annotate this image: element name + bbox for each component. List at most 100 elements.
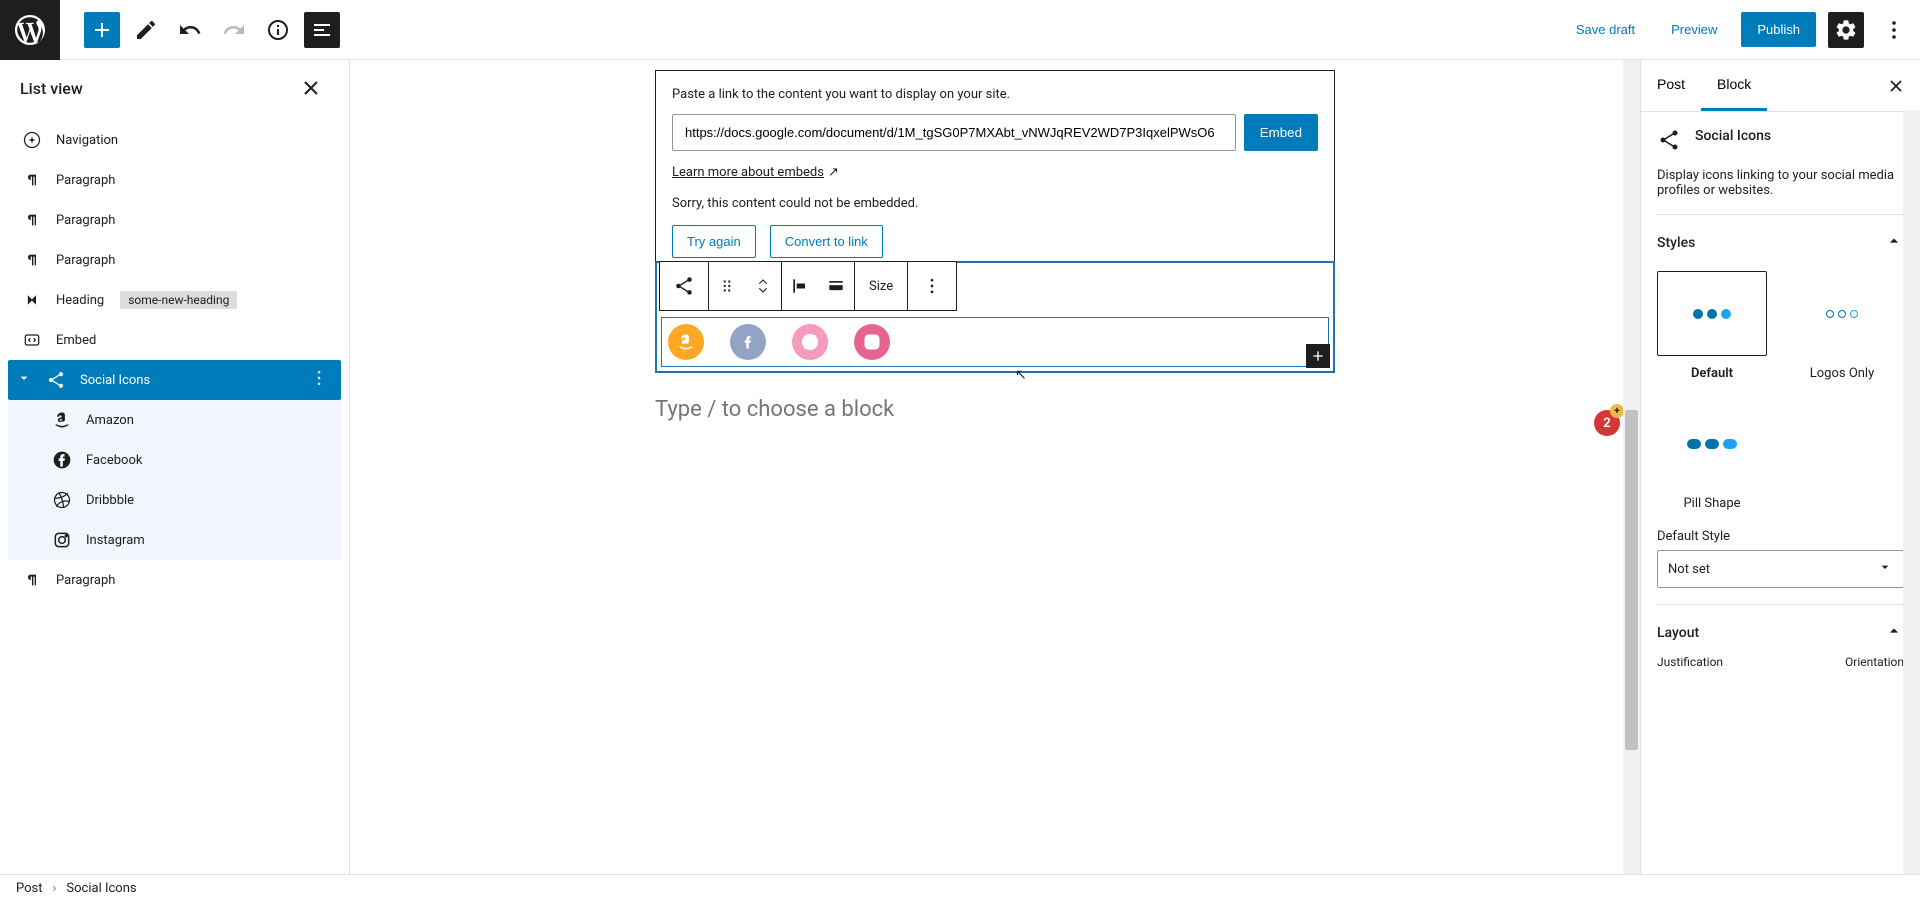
dribbble-social-icon[interactable] [792,324,828,360]
embed-submit-button[interactable]: Embed [1244,114,1318,151]
justification-label: Justification [1657,655,1723,669]
close-list-view-button[interactable] [293,70,329,106]
tree-label: Facebook [86,453,142,468]
instagram-social-icon[interactable] [854,324,890,360]
social-icons-block[interactable]: Size [655,261,1335,373]
amazon-icon [50,408,74,432]
save-draft-button[interactable]: Save draft [1564,14,1647,45]
default-style-select[interactable]: Not set [1657,550,1904,588]
chevron-up-icon [1884,231,1904,255]
tree-label: Heading [56,293,104,308]
list-view-toggle[interactable] [304,12,340,48]
add-social-icon-button[interactable] [1306,344,1330,368]
tab-block[interactable]: Block [1701,60,1767,111]
undo-button[interactable] [172,12,208,48]
tab-post[interactable]: Post [1641,60,1701,111]
tree-item-paragraph[interactable]: Paragraph [8,160,341,200]
editor-canvas: Paste a link to the content you want to … [350,60,1640,874]
add-block-button[interactable] [84,12,120,48]
chevron-up-icon [1884,621,1904,645]
canvas-scrollbar[interactable] [1623,60,1640,874]
embed-description: Paste a link to the content you want to … [672,87,1318,102]
block-more-options[interactable] [908,262,956,310]
tree-label: Social Icons [80,373,150,388]
tree-label: Paragraph [56,213,115,228]
size-button[interactable]: Size [855,262,907,310]
style-label: Default [1657,366,1767,381]
style-label: Pill Shape [1657,496,1767,511]
tree-label: Embed [56,333,96,348]
tree-item-paragraph[interactable]: Paragraph [8,200,341,240]
social-icons-row[interactable] [661,317,1329,367]
instagram-icon [50,528,74,552]
notification-count: 2 [1603,416,1610,431]
settings-scrollbar[interactable] [1903,110,1920,874]
convert-to-link-button[interactable]: Convert to link [770,225,883,258]
tree-item-paragraph[interactable]: Paragraph [8,240,341,280]
style-label: Logos Only [1787,366,1897,381]
dribbble-icon [50,488,74,512]
embed-error-message: Sorry, this content could not be embedde… [672,196,1318,211]
breadcrumb: Post › Social Icons [0,874,1920,902]
notification-plus-icon: + [1610,404,1624,418]
try-again-button[interactable]: Try again [672,225,756,258]
edit-mode-button[interactable] [128,12,164,48]
tree-item-facebook[interactable]: Facebook [8,440,341,480]
justify-button[interactable] [782,262,818,310]
paragraph-icon [20,568,44,592]
block-toolbar: Size [659,261,957,311]
list-tree: Navigation Paragraph Paragraph Paragraph… [0,116,349,874]
embed-icon [20,328,44,352]
publish-button[interactable]: Publish [1741,12,1816,47]
breadcrumb-social-icons[interactable]: Social Icons [66,881,136,896]
chevron-down-icon [16,370,32,390]
styles-panel-toggle[interactable]: Styles [1657,231,1904,255]
tree-item-amazon[interactable]: Amazon [8,400,341,440]
amazon-social-icon[interactable] [668,324,704,360]
tree-item-dribbble[interactable]: Dribbble [8,480,341,520]
more-icon[interactable] [309,368,329,392]
orientation-label: Orientation [1845,655,1904,669]
preview-button[interactable]: Preview [1659,14,1729,45]
settings-gear-button[interactable] [1828,12,1864,48]
tree-item-navigation[interactable]: Navigation [8,120,341,160]
top-toolbar: Save draft Preview Publish [0,0,1920,60]
layout-panel-toggle[interactable]: Layout [1657,621,1904,645]
block-title: Social Icons [1695,128,1771,144]
tree-label: Navigation [56,133,118,148]
wp-logo[interactable] [0,0,60,60]
tree-item-social-icons[interactable]: Social Icons [8,360,341,400]
block-description: Display icons linking to your social med… [1657,168,1904,198]
paragraph-icon [20,248,44,272]
tree-item-paragraph[interactable]: Paragraph [8,560,341,600]
close-settings-button[interactable] [1872,60,1920,111]
heading-anchor-badge: some-new-heading [120,291,237,309]
tree-label: Instagram [86,533,145,548]
breadcrumb-post[interactable]: Post [16,881,43,896]
external-link-icon: ↗ [828,165,839,180]
more-menu-button[interactable] [1876,12,1912,48]
align-button[interactable] [818,262,854,310]
tree-item-embed[interactable]: Embed [8,320,341,360]
style-logos-only[interactable]: Logos Only [1787,271,1897,381]
move-up-down-button[interactable] [745,262,781,310]
style-default[interactable]: Default [1657,271,1767,381]
paragraph-icon [20,168,44,192]
list-view-title: List view [20,79,83,98]
style-pill-shape[interactable]: Pill Shape [1657,401,1767,511]
embed-url-input[interactable] [672,114,1236,151]
drag-handle[interactable] [709,262,745,310]
tree-item-instagram[interactable]: Instagram [8,520,341,560]
settings-panel: Post Block Social Icons Display icons li… [1640,60,1920,874]
learn-more-link[interactable]: Learn more about embeds↗ [672,165,839,180]
tree-label: Amazon [86,413,134,428]
redo-button[interactable] [216,12,252,48]
chevron-down-icon [1877,559,1893,579]
facebook-social-icon[interactable] [730,324,766,360]
block-type-button[interactable] [660,262,708,310]
tree-item-heading[interactable]: Heading some-new-heading [8,280,341,320]
notification-badge[interactable]: 2 + [1594,410,1620,436]
block-appender[interactable]: Type / to choose a block [655,397,1335,422]
heading-icon [20,288,44,312]
info-button[interactable] [260,12,296,48]
